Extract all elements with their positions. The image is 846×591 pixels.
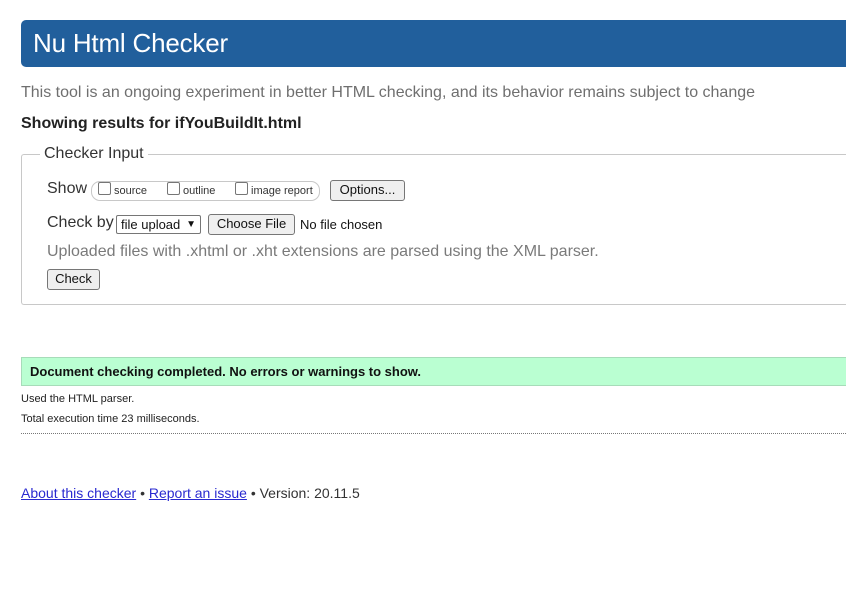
footer: About this checker • Report an issue • V…	[21, 485, 360, 501]
footer-separator: •	[140, 485, 145, 501]
xml-parser-note: Uploaded files with .xhtml or .xht exten…	[47, 243, 599, 260]
check-button[interactable]: Check	[47, 269, 100, 290]
outline-checkbox[interactable]	[167, 182, 180, 195]
page: Nu Html Checker This tool is an ongoing …	[0, 0, 846, 591]
execution-time-text: Total execution time 23 milliseconds.	[21, 413, 200, 425]
checker-input-legend: Checker Input	[40, 145, 148, 163]
check-by-select[interactable]: file upload ▼	[116, 215, 201, 234]
header-banner: Nu Html Checker	[21, 20, 846, 67]
about-checker-link[interactable]: About this checker	[21, 485, 136, 501]
choose-file-button[interactable]: Choose File	[208, 214, 295, 235]
divider	[21, 433, 846, 434]
results-heading: Showing results for ifYouBuildIt.html	[21, 115, 302, 132]
source-checkbox[interactable]	[98, 182, 111, 195]
footer-separator: •	[250, 485, 256, 501]
success-message: Document checking completed. No errors o…	[30, 364, 422, 379]
chevron-down-icon: ▼	[186, 219, 196, 230]
source-checkbox-label[interactable]: source	[114, 185, 147, 197]
check-by-selected-value: file upload	[121, 217, 181, 232]
success-banner: Document checking completed. No errors o…	[21, 357, 846, 386]
image-report-checkbox[interactable]	[235, 182, 248, 195]
page-title: Nu Html Checker	[33, 28, 228, 58]
report-issue-link[interactable]: Report an issue	[149, 485, 247, 501]
version-text: Version: 20.11.5	[259, 485, 360, 501]
options-button[interactable]: Options...	[330, 180, 405, 201]
intro-text: This tool is an ongoing experiment in be…	[21, 84, 756, 101]
image-report-checkbox-label[interactable]: image report	[251, 185, 313, 197]
show-label: Show	[47, 180, 88, 197]
outline-checkbox-label[interactable]: outline	[183, 185, 215, 197]
check-by-label: Check by	[47, 214, 114, 231]
parser-used-text: Used the HTML parser.	[21, 393, 135, 405]
no-file-chosen-text: No file chosen	[300, 217, 383, 232]
